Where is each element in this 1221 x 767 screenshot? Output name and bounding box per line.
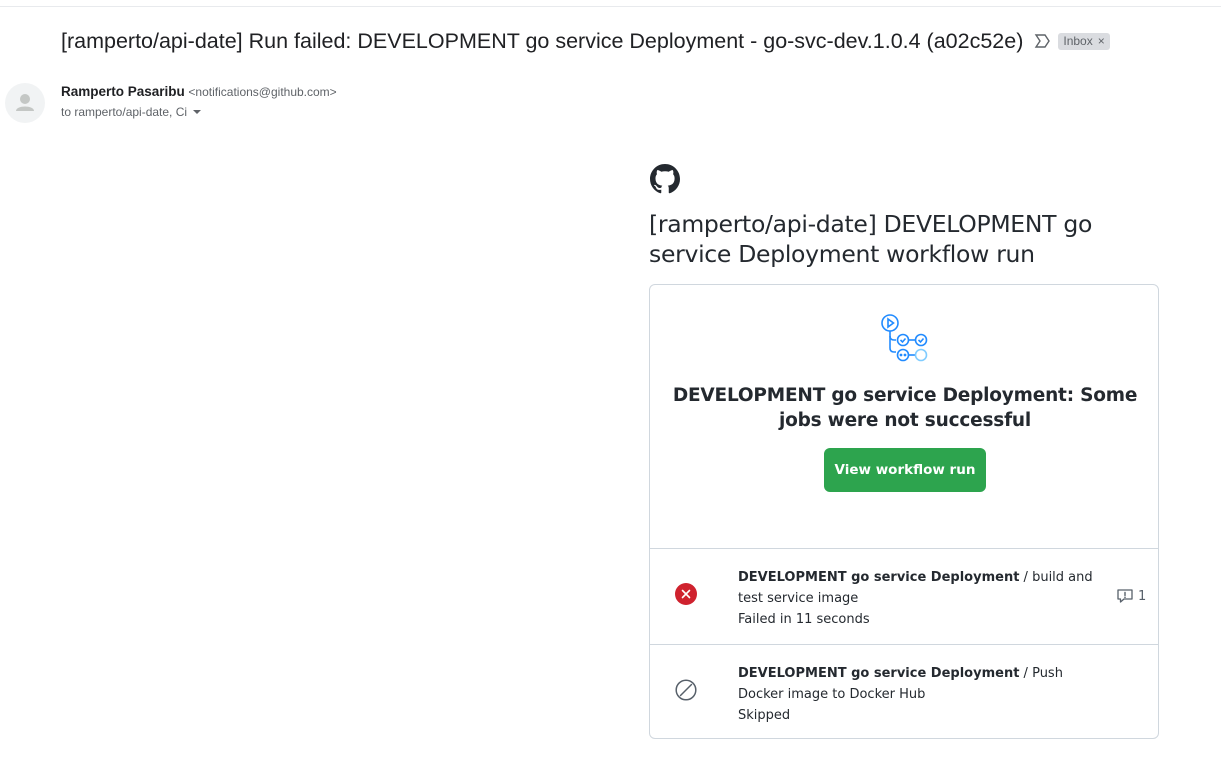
workflow-card: DEVELOPMENT go service Deployment: Some … (649, 284, 1159, 739)
job-details: DEVELOPMENT go service Deployment / Push… (738, 663, 1108, 726)
job-status: Failed in 11 seconds (738, 612, 870, 627)
top-divider (0, 6, 1221, 7)
sender-name[interactable]: Ramperto Pasaribu (61, 84, 185, 99)
importance-marker-icon[interactable] (1034, 33, 1052, 49)
job-workflow-name: DEVELOPMENT go service Deployment (738, 666, 1020, 681)
job-row-failed[interactable]: DEVELOPMENT go service Deployment / buil… (650, 549, 1158, 644)
remove-label-icon[interactable]: × (1098, 34, 1105, 48)
job-separator: / (1019, 570, 1033, 585)
job-row-skipped[interactable]: DEVELOPMENT go service Deployment / Push… (650, 645, 1158, 740)
x-circle-icon (675, 583, 697, 605)
skipped-icon (675, 679, 697, 701)
avatar[interactable] (5, 83, 45, 123)
annotations-count[interactable]: 1 (1116, 588, 1146, 604)
github-logo-icon (650, 164, 680, 194)
job-details: DEVELOPMENT go service Deployment / buil… (738, 567, 1108, 630)
inbox-label-chip[interactable]: Inbox × (1058, 32, 1110, 50)
email-subject-row: [ramperto/api-date] Run failed: DEVELOPM… (61, 26, 1110, 56)
workflow-icon (881, 314, 928, 362)
view-workflow-run-button[interactable]: View workflow run (824, 448, 986, 492)
email-subject: [ramperto/api-date] Run failed: DEVELOPM… (61, 28, 1024, 53)
annotations-number: 1 (1138, 588, 1147, 604)
recipients-line: to ramperto/api-date, Ci (61, 105, 202, 119)
comment-alert-icon (1117, 589, 1133, 603)
person-icon (16, 94, 34, 111)
job-workflow-name: DEVELOPMENT go service Deployment (738, 570, 1020, 585)
recipients-text: to ramperto/api-date, Ci (61, 105, 188, 119)
workflow-status-title: DEVELOPMENT go service Deployment: Some … (672, 385, 1138, 431)
show-details-icon[interactable] (193, 110, 202, 114)
sender: Ramperto Pasaribu <notifications@github.… (61, 84, 337, 99)
sender-email: <notifications@github.com> (188, 85, 337, 99)
email-body-heading: [ramperto/api-date] DEVELOPMENT go servi… (649, 210, 1093, 268)
job-status: Skipped (738, 708, 791, 723)
job-separator: / (1019, 666, 1033, 681)
label-text: Inbox (1063, 33, 1093, 48)
